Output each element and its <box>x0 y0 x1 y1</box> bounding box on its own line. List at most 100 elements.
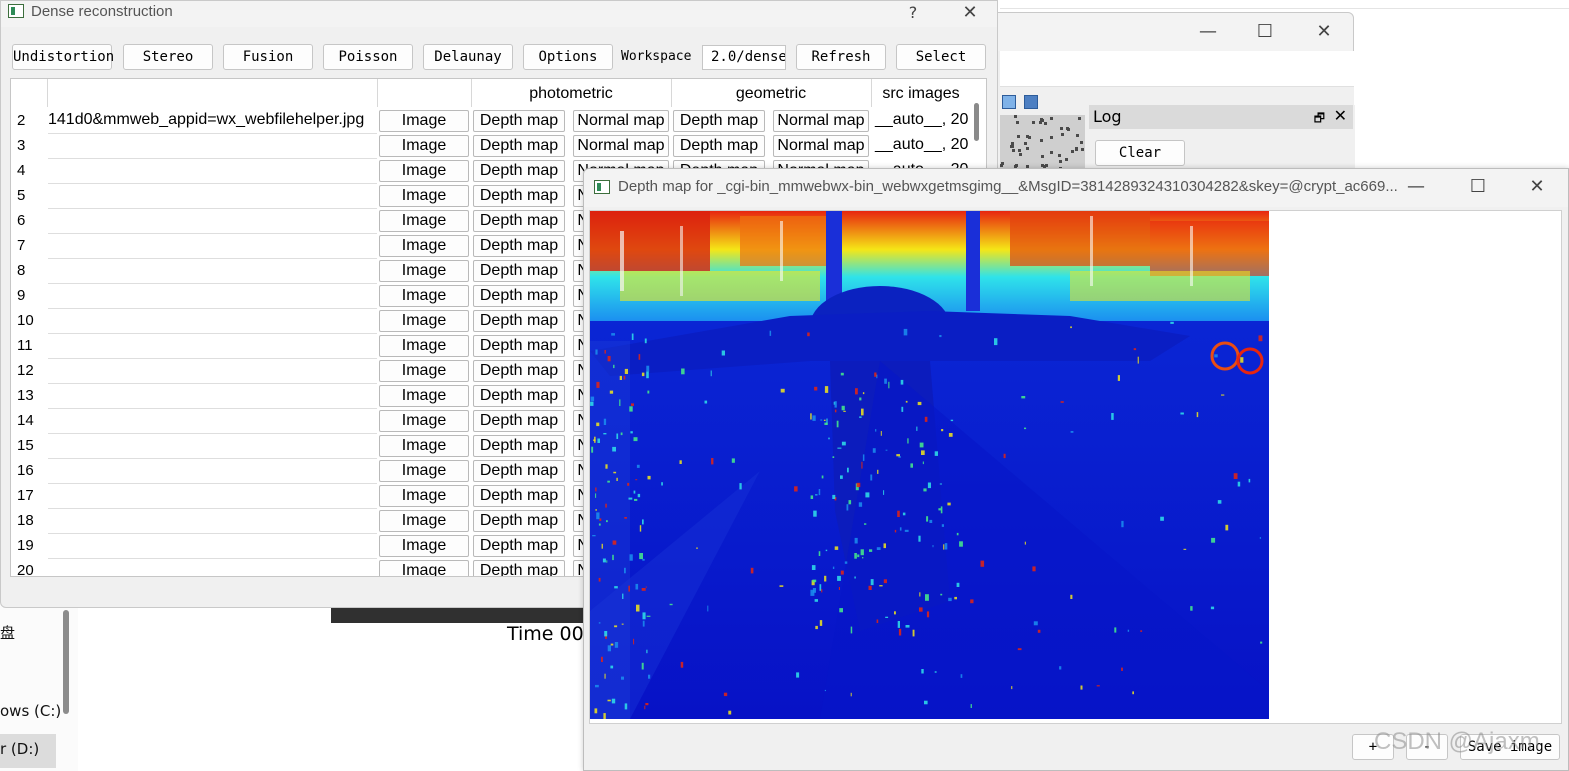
src-images-cell: __auto__, 20 <box>875 136 969 153</box>
explorer-item-drive-c[interactable]: ows (C:) <box>0 702 61 720</box>
row-number: 18 <box>17 512 34 529</box>
image-button[interactable]: Image <box>379 210 469 232</box>
close-icon[interactable]: ✕ <box>1515 172 1559 202</box>
row-number: 16 <box>17 462 34 479</box>
photometric-depth-button[interactable]: Depth map <box>473 260 565 282</box>
image-button[interactable]: Image <box>379 110 469 132</box>
row-filename <box>48 359 377 384</box>
photometric-depth-button[interactable]: Depth map <box>473 310 565 332</box>
photometric-normal-button[interactable]: Normal map <box>573 110 669 132</box>
select-button[interactable]: Select <box>896 44 986 70</box>
close-icon[interactable]: ✕ <box>1302 17 1346 47</box>
row-number: 6 <box>17 212 26 229</box>
photometric-depth-button[interactable]: Depth map <box>473 285 565 307</box>
menu-bar <box>1000 51 1354 87</box>
image-button[interactable]: Image <box>379 385 469 407</box>
explorer-item-drive[interactable]: 盘 <box>0 622 15 643</box>
image-button[interactable]: Image <box>379 435 469 457</box>
row-number: 2 <box>17 112 26 129</box>
photometric-depth-button[interactable]: Depth map <box>473 385 565 407</box>
background-divider <box>1000 8 1569 9</box>
poisson-button[interactable]: Poisson <box>323 44 413 70</box>
stereo-button[interactable]: Stereo <box>123 44 213 70</box>
image-button[interactable]: Image <box>379 160 469 182</box>
close-icon[interactable]: ✕ <box>948 0 992 28</box>
delaunay-button[interactable]: Delaunay <box>423 44 513 70</box>
photometric-depth-button[interactable]: Depth map <box>473 535 565 557</box>
depth-map-window: Depth map for _cgi-bin_mmwebwx-bin_webwx… <box>583 168 1569 771</box>
row-filename <box>48 384 377 409</box>
window-title: Depth map for _cgi-bin_mmwebwx-bin_webwx… <box>618 178 1398 195</box>
image-button[interactable]: Image <box>379 510 469 532</box>
row-filename <box>48 309 377 334</box>
minimize-icon[interactable]: — <box>1186 17 1230 47</box>
photometric-depth-button[interactable]: Depth map <box>473 185 565 207</box>
image-button[interactable]: Image <box>379 310 469 332</box>
photometric-depth-button[interactable]: Depth map <box>473 335 565 357</box>
float-icon[interactable]: 🗗 <box>1314 109 1325 130</box>
table-vertical-scrollbar[interactable] <box>974 103 979 141</box>
photometric-depth-button[interactable]: Depth map <box>473 435 565 457</box>
image-button[interactable]: Image <box>379 360 469 382</box>
photometric-depth-button[interactable]: Depth map <box>473 210 565 232</box>
photometric-depth-button[interactable]: Depth map <box>473 410 565 432</box>
photometric-depth-button[interactable]: Depth map <box>473 560 565 576</box>
app-icon <box>594 180 610 194</box>
image-button[interactable]: Image <box>379 560 469 576</box>
image-button[interactable]: Image <box>379 335 469 357</box>
photometric-depth-button[interactable]: Depth map <box>473 510 565 532</box>
image-button[interactable]: Image <box>379 260 469 282</box>
refresh-button[interactable]: Refresh <box>796 44 886 70</box>
row-filename <box>48 234 377 259</box>
image-button[interactable]: Image <box>379 135 469 157</box>
photometric-depth-button[interactable]: Depth map <box>473 360 565 382</box>
row-filename <box>48 159 377 184</box>
geometric-depth-button[interactable]: Depth map <box>673 110 765 132</box>
header-geometric[interactable]: geometric <box>671 85 871 103</box>
undistortion-button[interactable]: Undistortion <box>12 44 114 70</box>
row-filename <box>48 484 377 509</box>
help-icon[interactable]: ? <box>891 0 935 28</box>
image-button[interactable]: Image <box>379 485 469 507</box>
photometric-normal-button[interactable]: Normal map <box>573 135 669 157</box>
row-number: 4 <box>17 162 26 179</box>
row-number: 7 <box>17 237 26 254</box>
image-icon[interactable] <box>1002 95 1016 109</box>
geometric-normal-button[interactable]: Normal map <box>773 110 869 132</box>
app-icon <box>8 4 24 18</box>
photometric-depth-button[interactable]: Depth map <box>473 460 565 482</box>
depth-map-canvas[interactable] <box>589 210 1562 724</box>
row-filename <box>48 259 377 284</box>
row-filename <box>48 459 377 484</box>
image-button[interactable]: Image <box>379 285 469 307</box>
minimize-icon[interactable]: — <box>1394 172 1438 202</box>
image-button[interactable]: Image <box>379 185 469 207</box>
image-button[interactable]: Image <box>379 410 469 432</box>
image-button[interactable]: Image <box>379 235 469 257</box>
geometric-normal-button[interactable]: Normal map <box>773 135 869 157</box>
photometric-depth-button[interactable]: Depth map <box>473 135 565 157</box>
log-clear-button[interactable]: Clear <box>1095 140 1185 166</box>
fusion-button[interactable]: Fusion <box>223 44 313 70</box>
workspace-field[interactable]: 2.0/dense <box>702 45 786 70</box>
header-photometric[interactable]: photometric <box>471 85 671 103</box>
explorer-scrollbar[interactable] <box>63 610 69 714</box>
photometric-depth-button[interactable]: Depth map <box>473 110 565 132</box>
row-number: 3 <box>17 137 26 154</box>
photometric-depth-button[interactable]: Depth map <box>473 485 565 507</box>
src-images-cell: __auto__, 20 <box>875 111 969 128</box>
geometric-depth-button[interactable]: Depth map <box>673 135 765 157</box>
image-button[interactable]: Image <box>379 535 469 557</box>
maximize-icon[interactable]: ☐ <box>1243 17 1287 47</box>
photometric-depth-button[interactable]: Depth map <box>473 235 565 257</box>
maximize-icon[interactable]: ☐ <box>1456 172 1500 202</box>
film-icon[interactable] <box>1024 95 1038 109</box>
close-icon[interactable]: ✕ <box>1334 106 1347 125</box>
row-filename <box>48 134 377 159</box>
header-src-images[interactable]: src images <box>871 85 971 103</box>
photometric-depth-button[interactable]: Depth map <box>473 160 565 182</box>
image-button[interactable]: Image <box>379 460 469 482</box>
explorer-item-drive-d[interactable]: r (D:) <box>0 734 56 768</box>
log-header: Log 🗗 ✕ <box>1089 105 1353 129</box>
options-button[interactable]: Options <box>523 44 613 70</box>
